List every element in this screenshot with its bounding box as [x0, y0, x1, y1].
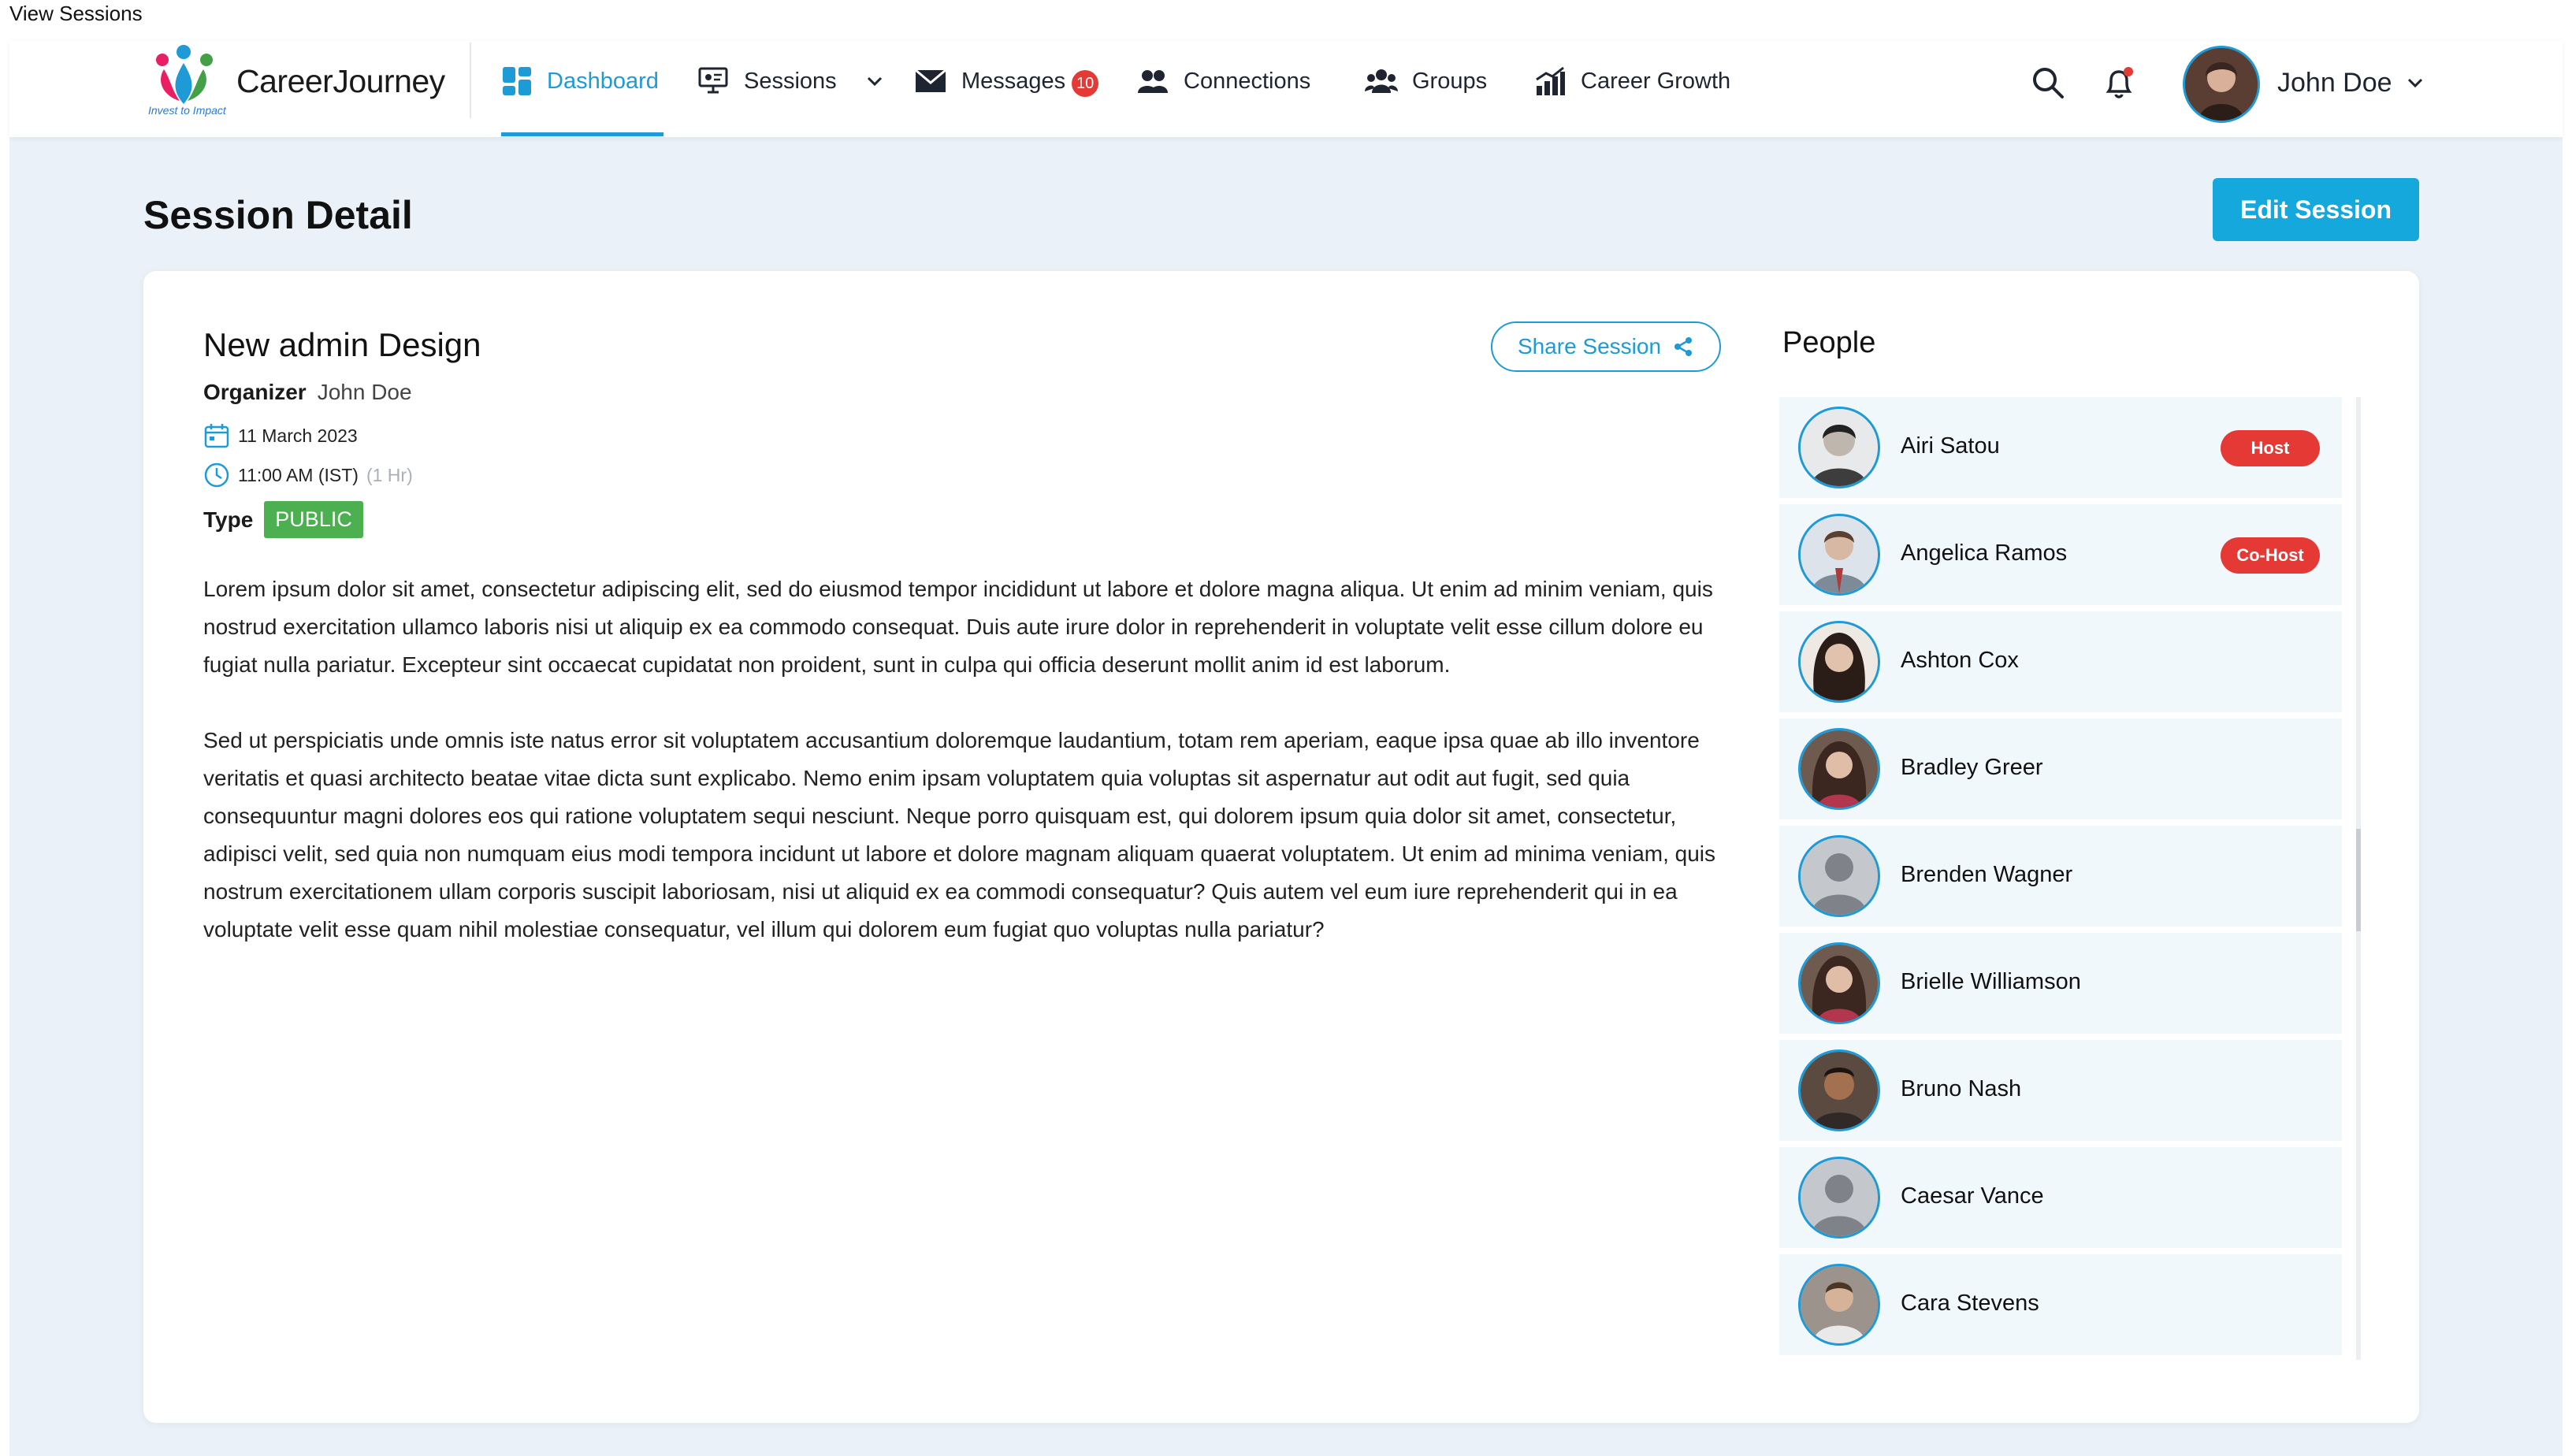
page-title: Session Detail — [143, 193, 413, 237]
nav-groups[interactable]: Groups — [1365, 63, 1487, 99]
avatar — [1798, 1049, 1880, 1131]
search-icon[interactable] — [2030, 65, 2066, 101]
avatar — [1798, 407, 1880, 488]
avatar — [1798, 942, 1880, 1024]
share-session-label: Share Session — [1517, 334, 1662, 358]
default-user-icon — [1801, 838, 1878, 915]
person-row[interactable]: Brielle Williamson — [1779, 933, 2342, 1034]
notification-bell-icon[interactable] — [2101, 65, 2137, 101]
person-name: Caesar Vance — [1901, 1183, 2044, 1209]
share-icon — [1674, 337, 1693, 356]
time-row: 11:00 AM (IST) (1 Hr) — [203, 462, 413, 488]
growth-chart-icon — [1536, 66, 1565, 95]
nav-groups-label: Groups — [1412, 68, 1488, 94]
avatar — [1798, 514, 1880, 596]
host-badge: Host — [2221, 430, 2320, 466]
chevron-down-icon[interactable] — [864, 70, 886, 92]
session-duration: (1 Hr) — [366, 464, 413, 485]
person-row[interactable]: Brenden Wagner — [1779, 826, 2342, 927]
dashboard-icon — [503, 67, 531, 95]
sessions-icon — [698, 67, 728, 94]
person-name: Ashton Cox — [1901, 648, 2019, 673]
window-title: View Sessions — [9, 2, 143, 25]
organizer-label: Organizer — [203, 380, 307, 404]
people-heading: People — [1782, 326, 1876, 359]
person-name: Bruno Nash — [1901, 1076, 2022, 1101]
person-row[interactable]: Bruno Nash — [1779, 1040, 2342, 1141]
person-name: Brielle Williamson — [1901, 969, 2081, 994]
organizer-name: John Doe — [317, 380, 412, 404]
nav-messages-label: Messages — [961, 68, 1066, 94]
user-avatar[interactable] — [2183, 46, 2260, 123]
avatar — [1798, 728, 1880, 810]
active-tab-indicator — [501, 132, 663, 136]
nav-dashboard[interactable]: Dashboard — [501, 63, 659, 99]
session-title: New admin Design — [203, 326, 481, 363]
messages-count-badge: 10 — [1072, 70, 1099, 97]
person-row[interactable]: Airi Satou Host — [1779, 397, 2342, 498]
person-name: Angelica Ramos — [1901, 540, 2068, 566]
avatar-photo — [1801, 945, 1878, 1022]
description-paragraph: Sed ut perspiciatis unde omnis iste natu… — [203, 728, 1716, 942]
avatar-photo — [1801, 409, 1878, 486]
type-row: Type PUBLIC — [203, 501, 363, 538]
nav-career-growth-label: Career Growth — [1581, 68, 1731, 94]
avatar-photo — [1801, 1266, 1878, 1343]
session-date: 11 March 2023 — [238, 425, 358, 446]
groups-icon — [1365, 69, 1398, 93]
avatar-photo — [1801, 1052, 1878, 1129]
chevron-down-icon[interactable] — [2403, 71, 2427, 95]
nav-connections-label: Connections — [1184, 68, 1311, 94]
people-scrollbar-thumb[interactable] — [2356, 829, 2361, 931]
avatar — [1798, 1264, 1880, 1346]
edit-session-button[interactable]: Edit Session — [2213, 178, 2419, 241]
nav-career-growth[interactable]: Career Growth — [1533, 63, 1730, 99]
default-user-icon — [1801, 1159, 1878, 1236]
brand-tagline: Invest to Impact — [148, 104, 226, 117]
avatar — [1798, 1157, 1880, 1239]
avatar-photo — [1801, 730, 1878, 808]
brand-logo[interactable]: CareerJourney Invest to Impact — [140, 41, 455, 128]
clock-icon — [204, 462, 229, 488]
avatar-photo — [1801, 623, 1878, 700]
share-session-button[interactable]: Share Session — [1491, 321, 1721, 372]
person-row[interactable]: Angelica Ramos Co-Host — [1779, 504, 2342, 605]
type-label: Type — [203, 507, 254, 532]
session-type-badge: PUBLIC — [264, 501, 363, 538]
nav-dashboard-label: Dashboard — [547, 68, 659, 94]
person-row[interactable]: Cara Stevens — [1779, 1254, 2342, 1355]
date-row: 11 March 2023 — [203, 422, 358, 449]
nav-divider — [470, 43, 471, 118]
cohost-badge: Co-Host — [2221, 537, 2320, 574]
nav-messages[interactable]: Messages 10 — [914, 63, 1099, 99]
avatar-photo — [2185, 48, 2258, 121]
person-name: Cara Stevens — [1901, 1291, 2039, 1316]
envelope-icon — [915, 69, 946, 92]
user-name[interactable]: John Doe — [2277, 68, 2392, 98]
person-name: Bradley Greer — [1901, 755, 2043, 780]
person-row[interactable]: Ashton Cox — [1779, 611, 2342, 712]
nav-sessions-label: Sessions — [744, 68, 837, 94]
nav-sessions[interactable]: Sessions — [697, 63, 886, 99]
person-row[interactable]: Bradley Greer — [1779, 719, 2342, 819]
avatar-photo — [1801, 516, 1878, 593]
avatar — [1798, 835, 1880, 917]
brand-name: CareerJourney — [236, 63, 445, 99]
avatar — [1798, 621, 1880, 703]
connections-icon — [1138, 70, 1168, 93]
person-name: Airi Satou — [1901, 433, 2000, 459]
person-name: Brenden Wagner — [1901, 862, 2073, 887]
session-time: 11:00 AM (IST) — [238, 464, 359, 485]
person-row[interactable]: Caesar Vance — [1779, 1147, 2342, 1248]
session-description: Lorem ipsum dolor sit amet, consectetur … — [203, 570, 1732, 986]
calendar-icon — [204, 424, 229, 448]
nav-connections[interactable]: Connections — [1136, 63, 1310, 99]
people-list: Airi Satou Host Angelica Ramos Co-Host A… — [1779, 397, 2342, 1360]
organizer-row: Organizer John Doe — [203, 380, 412, 405]
description-paragraph: Lorem ipsum dolor sit amet, consectetur … — [203, 577, 1713, 677]
